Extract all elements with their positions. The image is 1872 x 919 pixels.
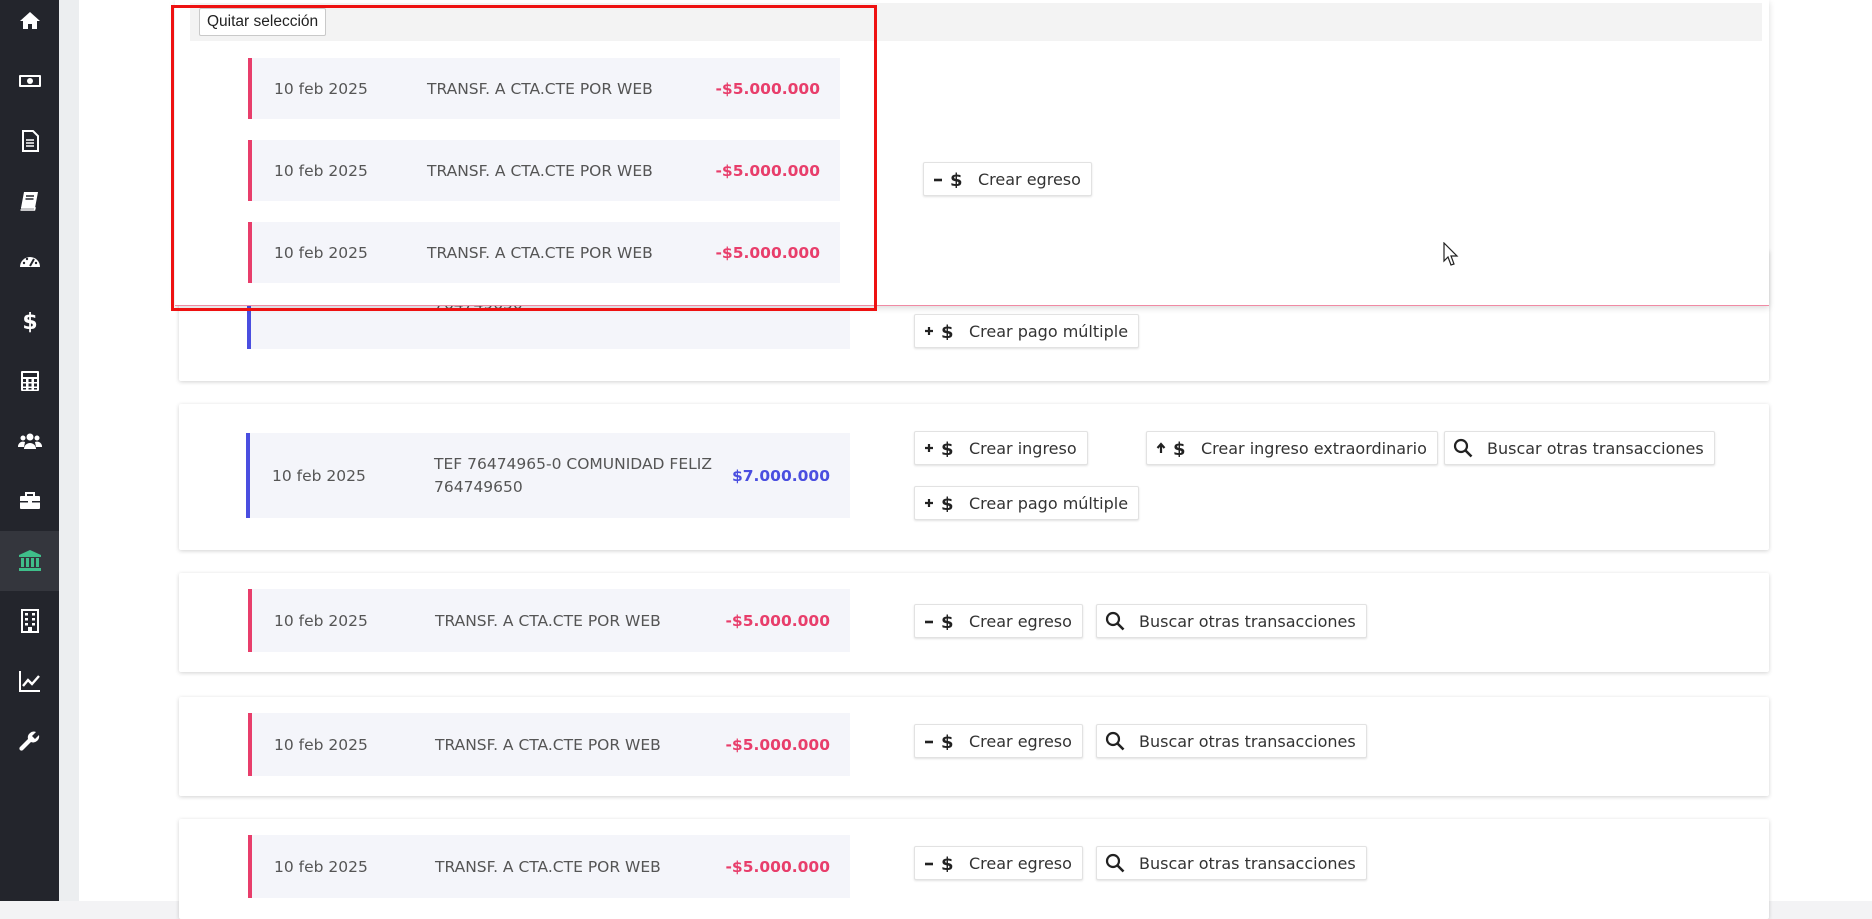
transaction-card-income: 10 feb 2025 TEF 76474965-0 COMUNIDAD FEL… — [179, 404, 1769, 550]
svg-text:$: $ — [1173, 439, 1186, 457]
transaction-card-expense: 10 feb 2025 TRANSF. A CTA.CTE POR WEB -$… — [179, 697, 1769, 796]
transaction-row[interactable]: 10 feb 2025 TRANSF. A CTA.CTE POR WEB -$… — [248, 713, 850, 776]
minus-dollar-icon: $ — [923, 732, 957, 750]
transaction-date: 10 feb 2025 — [274, 857, 368, 876]
create-extra-income-button[interactable]: $ Crear ingreso extraordinario — [1146, 431, 1438, 465]
money-bill-icon — [18, 75, 41, 87]
svg-text:$: $ — [950, 170, 963, 188]
briefcase-icon — [19, 492, 40, 509]
book-icon — [20, 192, 38, 211]
nav-finance[interactable]: $ — [0, 291, 59, 351]
search-other-transactions-label: Buscar otras transacciones — [1139, 731, 1356, 751]
nav-building[interactable] — [0, 591, 59, 651]
nav-calculator[interactable] — [0, 351, 59, 411]
transaction-description-line2: 764749650 — [434, 478, 523, 496]
create-expense-button[interactable]: $ Crear egreso — [914, 724, 1083, 758]
svg-text:$: $ — [941, 494, 954, 512]
nav-documents[interactable] — [0, 111, 59, 171]
chart-line-icon — [18, 671, 40, 692]
dollar-icon: $ — [22, 310, 37, 333]
search-other-transactions-label: Buscar otras transacciones — [1487, 438, 1704, 458]
plus-dollar-icon: $ — [923, 439, 957, 457]
search-other-transactions-label: Buscar otras transacciones — [1139, 853, 1356, 873]
svg-text:$: $ — [941, 439, 954, 457]
nav-bank[interactable] — [0, 531, 59, 591]
transaction-description-line1: TEF 76474965-0 COMUNIDAD FELIZ — [434, 455, 712, 473]
content-gutter — [59, 0, 79, 901]
search-other-transactions-button[interactable]: Buscar otras transacciones — [1096, 846, 1367, 880]
transaction-description: TEF 76474965-0 COMUNIDAD FELIZ 764749650 — [434, 453, 712, 499]
nav-users[interactable] — [0, 411, 59, 471]
search-other-transactions-button[interactable]: Buscar otras transacciones — [1096, 724, 1367, 758]
calculator-icon — [20, 371, 39, 391]
nav-briefcase[interactable] — [0, 471, 59, 531]
svg-text:$: $ — [22, 310, 37, 333]
document-icon — [21, 130, 39, 152]
highlight-box — [171, 5, 877, 311]
create-income-button[interactable]: $ Crear ingreso — [914, 431, 1088, 465]
search-icon — [1105, 731, 1127, 751]
minus-dollar-icon: $ — [932, 170, 966, 188]
users-icon — [17, 433, 42, 449]
transaction-amount: -$5.000.000 — [725, 857, 831, 876]
transaction-amount: -$5.000.000 — [725, 735, 831, 754]
transaction-date: 10 feb 2025 — [272, 466, 366, 485]
create-expense-button[interactable]: $ Crear egreso — [914, 846, 1083, 880]
bank-icon — [18, 550, 41, 571]
nav-book[interactable] — [0, 171, 59, 231]
create-multi-payment-label: Crear pago múltiple — [969, 321, 1129, 341]
create-expense-label: Crear egreso — [969, 611, 1072, 631]
transaction-card-expense: 10 feb 2025 TRANSF. A CTA.CTE POR WEB -$… — [179, 573, 1769, 672]
nav-dashboard[interactable] — [0, 231, 59, 291]
search-other-transactions-label: Buscar otras transacciones — [1139, 611, 1356, 631]
transaction-description: TRANSF. A CTA.CTE POR WEB — [435, 735, 661, 754]
nav-payments[interactable] — [0, 51, 59, 111]
create-multi-payment-button[interactable]: $ Crear pago múltiple — [914, 486, 1140, 520]
transaction-description: TRANSF. A CTA.CTE POR WEB — [435, 857, 661, 876]
create-extra-income-label: Crear ingreso extraordinario — [1201, 438, 1427, 458]
plus-dollar-icon: $ — [923, 322, 957, 340]
wrench-icon — [18, 731, 39, 751]
search-icon — [1105, 611, 1127, 631]
transaction-row[interactable]: 10 feb 2025 TRANSF. A CTA.CTE POR WEB -$… — [248, 835, 850, 898]
create-income-label: Crear ingreso — [969, 438, 1077, 458]
sidebar: $ — [0, 0, 59, 901]
transaction-row[interactable]: 10 feb 2025 TEF 76474965-0 COMUNIDAD FEL… — [246, 433, 850, 518]
transaction-description: TRANSF. A CTA.CTE POR WEB — [435, 611, 661, 630]
create-expense-label: Crear egreso — [978, 169, 1081, 189]
nav-home[interactable] — [0, 0, 59, 51]
create-expense-button[interactable]: $ Crear egreso — [923, 162, 1092, 196]
building-icon — [20, 609, 39, 633]
search-icon — [1453, 438, 1475, 458]
transaction-card-expense: 10 feb 2025 TRANSF. A CTA.CTE POR WEB -$… — [179, 819, 1769, 919]
svg-text:$: $ — [941, 322, 954, 340]
arrow-up-dollar-icon: $ — [1155, 439, 1189, 457]
transaction-amount: -$5.000.000 — [725, 611, 831, 630]
create-multi-payment-button[interactable]: $ Crear pago múltiple — [914, 314, 1140, 348]
create-multi-payment-label: Crear pago múltiple — [969, 493, 1129, 513]
search-other-transactions-button[interactable]: Buscar otras transacciones — [1444, 431, 1715, 465]
nav-tools[interactable] — [0, 711, 59, 771]
transaction-date: 10 feb 2025 — [274, 611, 368, 630]
svg-text:$: $ — [941, 612, 954, 630]
minus-dollar-icon: $ — [923, 612, 957, 630]
create-expense-label: Crear egreso — [969, 853, 1072, 873]
create-expense-label: Crear egreso — [969, 731, 1072, 751]
mouse-cursor-icon — [1443, 242, 1459, 266]
transaction-date: 10 feb 2025 — [274, 735, 368, 754]
search-other-transactions-button[interactable]: Buscar otras transacciones — [1096, 604, 1367, 638]
minus-dollar-icon: $ — [923, 854, 957, 872]
svg-text:$: $ — [941, 854, 954, 872]
svg-text:$: $ — [941, 732, 954, 750]
plus-dollar-icon: $ — [923, 494, 957, 512]
search-icon — [1105, 853, 1127, 873]
transaction-row[interactable]: 10 feb 2025 TRANSF. A CTA.CTE POR WEB -$… — [248, 589, 850, 652]
home-icon — [19, 12, 40, 29]
tachometer-icon — [19, 257, 40, 267]
transaction-amount: $7.000.000 — [731, 466, 830, 485]
nav-reports[interactable] — [0, 651, 59, 711]
create-expense-button[interactable]: $ Crear egreso — [914, 604, 1083, 638]
